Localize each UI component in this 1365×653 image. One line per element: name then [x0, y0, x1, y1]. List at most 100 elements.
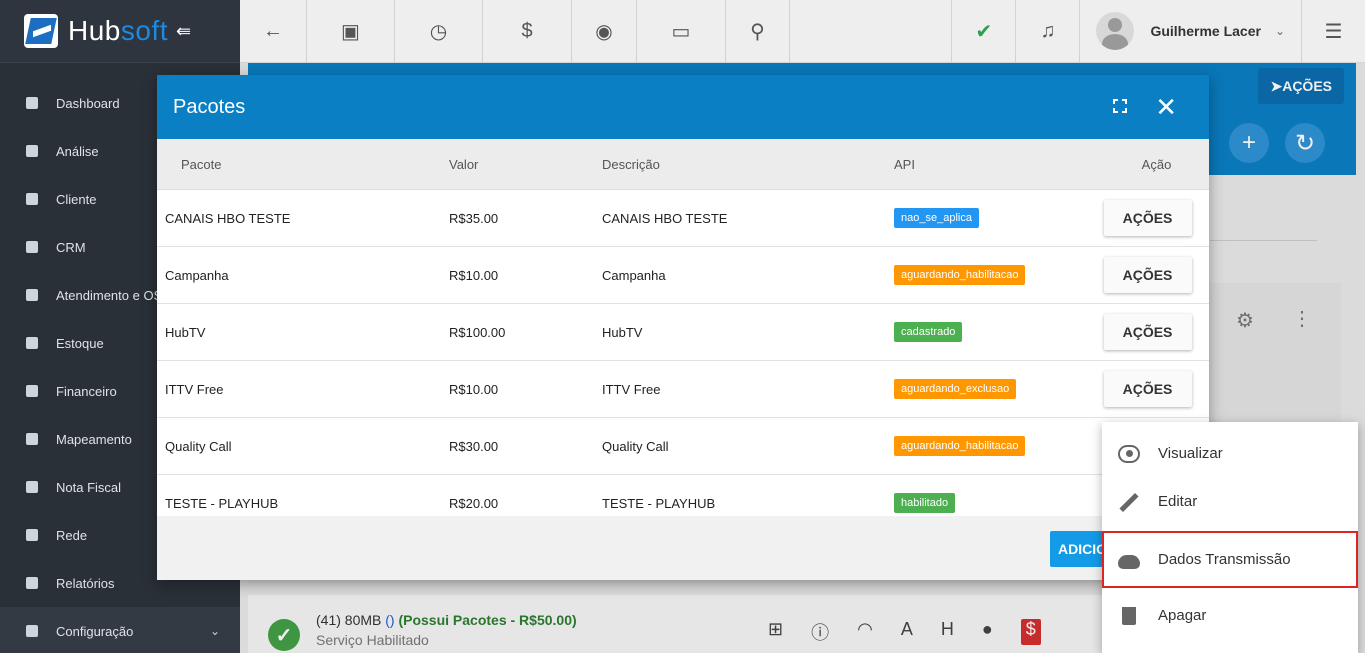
cell-acao: AÇÕES: [1103, 314, 1209, 350]
table-row: HubTV R$100.00 HubTV cadastrado AÇÕES: [157, 304, 1209, 361]
api-status-badge: habilitado: [894, 493, 956, 513]
money-icon: [26, 385, 38, 397]
gear-icon: [26, 625, 38, 637]
cell-pacote: TESTE - PLAYHUB: [165, 495, 279, 511]
cell-api: nao_se_aplica: [894, 208, 1104, 228]
collapse-sidebar-icon[interactable]: ⇚: [176, 21, 191, 42]
table-header: Pacote Valor Descrição API Ação: [157, 139, 1209, 190]
pie-chart-icon: [26, 145, 38, 157]
table-row: TESTE - PLAYHUB R$20.00 TESTE - PLAYHUB …: [157, 475, 1209, 516]
sidebar-item-label: Financeiro: [56, 383, 117, 399]
table-row: Campanha R$10.00 Campanha aguardando_hab…: [157, 247, 1209, 304]
pencil-icon: [1119, 492, 1139, 513]
schedule-button[interactable]: ◷: [395, 0, 483, 63]
sidebar-item-configuracao[interactable]: Configuração ⌄: [0, 607, 240, 653]
sidebar-item-label: Configuração: [56, 623, 134, 639]
sidebar-item-label: Estoque: [56, 335, 104, 351]
fullscreen-icon[interactable]: [1112, 98, 1128, 114]
dashboard-icon: [26, 97, 38, 109]
row-actions-button[interactable]: AÇÕES: [1103, 200, 1192, 236]
notifications-button[interactable]: ♫: [1016, 0, 1081, 63]
menu-item-editar[interactable]: Editar: [1102, 473, 1358, 530]
eye-icon: ◉: [595, 21, 613, 43]
brand-name-part2: soft: [120, 15, 169, 46]
sidebar-item-label: Relatórios: [56, 575, 115, 591]
row-actions-button[interactable]: AÇÕES: [1103, 314, 1192, 350]
sidebar-item-label: Mapeamento: [56, 431, 132, 447]
menu-item-apagar[interactable]: Apagar: [1102, 587, 1358, 644]
sidebar-item-label: Rede: [56, 527, 88, 543]
avatar: [1096, 12, 1135, 50]
cell-api: habilitado: [894, 493, 1104, 513]
api-status-badge: aguardando_habilitacao: [894, 436, 1026, 456]
eye-icon: [1118, 445, 1140, 463]
modal-header: Pacotes ✕: [157, 75, 1209, 139]
report-icon: [26, 577, 38, 589]
check-icon: ✔: [975, 21, 993, 43]
cell-valor: R$20.00: [449, 495, 499, 511]
box-icon: [26, 337, 38, 349]
menu-item-label: Visualizar: [1158, 445, 1223, 462]
user-menu[interactable]: Guilherme Lacer ⌄: [1080, 0, 1302, 62]
cell-api: aguardando_habilitacao: [894, 436, 1104, 456]
main-menu-button[interactable]: ☰: [1302, 0, 1365, 63]
finance-button[interactable]: $: [483, 0, 572, 63]
cell-descricao: CANAIS HBO TESTE: [602, 210, 728, 226]
row-actions-button[interactable]: AÇÕES: [1103, 371, 1192, 407]
column-header-api[interactable]: API: [894, 157, 1104, 172]
sidebar-item-label: CRM: [56, 239, 86, 255]
bell-icon: ♫: [1040, 20, 1056, 42]
table-row: CANAIS HBO TESTE R$35.00 CANAIS HBO TEST…: [157, 190, 1209, 247]
api-status-badge: cadastrado: [894, 322, 963, 342]
calendar-clock-icon: [26, 289, 38, 301]
cell-descricao: Campanha: [602, 267, 666, 283]
sidebar-item-label: Dashboard: [56, 95, 120, 111]
row-actions-button[interactable]: AÇÕES: [1103, 257, 1192, 293]
cell-descricao: Quality Call: [602, 438, 669, 454]
menu-item-label: Dados Transmissão: [1158, 551, 1291, 568]
api-status-badge: aguardando_habilitacao: [894, 265, 1026, 285]
cell-valor: R$10.00: [449, 267, 499, 283]
document-icon: [26, 481, 38, 493]
map-pin-icon: [26, 433, 38, 445]
calendar-clock-icon: ◷: [429, 21, 448, 43]
arrow-left-icon: ←: [263, 20, 283, 42]
menu-item-label: Editar: [1158, 493, 1198, 510]
column-header-valor[interactable]: Valor: [449, 157, 602, 172]
api-status-badge: nao_se_aplica: [894, 208, 979, 228]
hubsoft-logo-icon: [24, 14, 58, 48]
contact-button[interactable]: ▣: [307, 0, 395, 63]
cell-api: cadastrado: [894, 322, 1104, 342]
terminal-icon: ▭: [671, 21, 691, 43]
contact-card-icon: ▣: [341, 21, 360, 43]
cell-valor: R$30.00: [449, 438, 499, 454]
packages-table-body[interactable]: CANAIS HBO TESTE R$35.00 CANAIS HBO TEST…: [157, 190, 1209, 516]
packages-modal: Pacotes ✕ Pacote Valor Descrição API Açã…: [157, 75, 1209, 580]
cloud-upload-icon: [1118, 555, 1140, 569]
cell-acao: AÇÕES: [1103, 371, 1209, 407]
brand-name: Hubsoft: [68, 15, 168, 47]
column-header-acao: Ação: [1141, 156, 1172, 172]
server-icon: [26, 529, 38, 541]
search-button[interactable]: ⚲: [726, 0, 790, 63]
api-status-badge: aguardando_exclusao: [894, 379, 1017, 399]
crm-board-icon: [26, 241, 38, 253]
column-header-pacote[interactable]: Pacote: [157, 157, 449, 172]
sidebar-item-label: Cliente: [56, 191, 97, 207]
modal-title: Pacotes: [173, 95, 246, 118]
brand-name-part1: Hub: [68, 15, 121, 46]
cell-pacote: Quality Call: [165, 438, 232, 454]
menu-icon: ☰: [1324, 21, 1343, 43]
cell-valor: R$35.00: [449, 210, 499, 226]
cell-valor: R$100.00: [449, 324, 506, 340]
back-button[interactable]: ←: [240, 0, 307, 63]
contact-card-icon: [26, 193, 38, 205]
view-button[interactable]: ◉: [572, 0, 637, 63]
cell-acao: AÇÕES: [1103, 200, 1209, 236]
close-icon[interactable]: ✕: [1155, 92, 1177, 123]
menu-item-dados-transmissao[interactable]: Dados Transmissão: [1102, 531, 1358, 588]
tasks-button[interactable]: ✔: [952, 0, 1017, 63]
column-header-descricao[interactable]: Descrição: [602, 157, 894, 172]
cell-pacote: HubTV: [165, 324, 206, 340]
terminal-button[interactable]: ▭: [637, 0, 726, 63]
